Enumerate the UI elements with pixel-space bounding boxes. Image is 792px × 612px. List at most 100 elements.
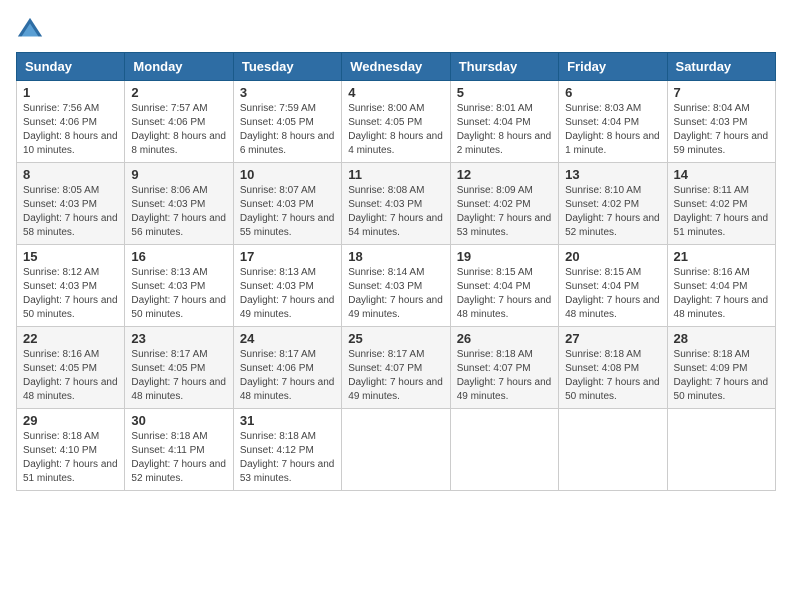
day-number: 15 <box>23 249 118 264</box>
calendar-cell <box>342 409 450 491</box>
day-info: Sunrise: 8:11 AM Sunset: 4:02 PM Dayligh… <box>674 184 769 240</box>
day-number: 14 <box>674 167 769 182</box>
day-number: 5 <box>457 85 552 100</box>
calendar-cell: 1 Sunrise: 7:56 AM Sunset: 4:06 PM Dayli… <box>17 81 125 163</box>
day-info: Sunrise: 8:08 AM Sunset: 4:03 PM Dayligh… <box>348 184 443 240</box>
calendar-cell: 20 Sunrise: 8:15 AM Sunset: 4:04 PM Dayl… <box>559 245 667 327</box>
day-info: Sunrise: 8:13 AM Sunset: 4:03 PM Dayligh… <box>240 266 335 322</box>
day-info: Sunrise: 8:06 AM Sunset: 4:03 PM Dayligh… <box>131 184 226 240</box>
day-info: Sunrise: 8:16 AM Sunset: 4:05 PM Dayligh… <box>23 348 118 404</box>
day-number: 29 <box>23 413 118 428</box>
day-info: Sunrise: 8:07 AM Sunset: 4:03 PM Dayligh… <box>240 184 335 240</box>
day-number: 13 <box>565 167 660 182</box>
day-number: 16 <box>131 249 226 264</box>
calendar-cell: 6 Sunrise: 8:03 AM Sunset: 4:04 PM Dayli… <box>559 81 667 163</box>
day-info: Sunrise: 8:18 AM Sunset: 4:08 PM Dayligh… <box>565 348 660 404</box>
calendar-cell: 21 Sunrise: 8:16 AM Sunset: 4:04 PM Dayl… <box>667 245 775 327</box>
calendar-cell: 18 Sunrise: 8:14 AM Sunset: 4:03 PM Dayl… <box>342 245 450 327</box>
day-number: 6 <box>565 85 660 100</box>
day-info: Sunrise: 8:17 AM Sunset: 4:07 PM Dayligh… <box>348 348 443 404</box>
calendar-cell: 10 Sunrise: 8:07 AM Sunset: 4:03 PM Dayl… <box>233 163 341 245</box>
logo-icon <box>16 16 44 44</box>
day-number: 31 <box>240 413 335 428</box>
calendar-cell <box>450 409 558 491</box>
day-info: Sunrise: 8:04 AM Sunset: 4:03 PM Dayligh… <box>674 102 769 158</box>
calendar-week-4: 22 Sunrise: 8:16 AM Sunset: 4:05 PM Dayl… <box>17 327 776 409</box>
day-info: Sunrise: 8:16 AM Sunset: 4:04 PM Dayligh… <box>674 266 769 322</box>
day-number: 25 <box>348 331 443 346</box>
calendar-cell: 9 Sunrise: 8:06 AM Sunset: 4:03 PM Dayli… <box>125 163 233 245</box>
day-info: Sunrise: 7:56 AM Sunset: 4:06 PM Dayligh… <box>23 102 118 158</box>
day-number: 7 <box>674 85 769 100</box>
day-number: 20 <box>565 249 660 264</box>
day-number: 23 <box>131 331 226 346</box>
calendar-cell: 11 Sunrise: 8:08 AM Sunset: 4:03 PM Dayl… <box>342 163 450 245</box>
day-info: Sunrise: 8:18 AM Sunset: 4:09 PM Dayligh… <box>674 348 769 404</box>
calendar-cell: 12 Sunrise: 8:09 AM Sunset: 4:02 PM Dayl… <box>450 163 558 245</box>
day-number: 18 <box>348 249 443 264</box>
calendar-cell: 15 Sunrise: 8:12 AM Sunset: 4:03 PM Dayl… <box>17 245 125 327</box>
calendar-cell: 3 Sunrise: 7:59 AM Sunset: 4:05 PM Dayli… <box>233 81 341 163</box>
day-number: 4 <box>348 85 443 100</box>
day-info: Sunrise: 8:13 AM Sunset: 4:03 PM Dayligh… <box>131 266 226 322</box>
day-number: 26 <box>457 331 552 346</box>
calendar-cell: 17 Sunrise: 8:13 AM Sunset: 4:03 PM Dayl… <box>233 245 341 327</box>
day-info: Sunrise: 8:10 AM Sunset: 4:02 PM Dayligh… <box>565 184 660 240</box>
day-info: Sunrise: 8:01 AM Sunset: 4:04 PM Dayligh… <box>457 102 552 158</box>
day-info: Sunrise: 8:14 AM Sunset: 4:03 PM Dayligh… <box>348 266 443 322</box>
header-saturday: Saturday <box>667 53 775 81</box>
logo <box>16 16 46 44</box>
header-thursday: Thursday <box>450 53 558 81</box>
day-number: 28 <box>674 331 769 346</box>
day-info: Sunrise: 8:18 AM Sunset: 4:07 PM Dayligh… <box>457 348 552 404</box>
calendar-cell: 16 Sunrise: 8:13 AM Sunset: 4:03 PM Dayl… <box>125 245 233 327</box>
day-number: 8 <box>23 167 118 182</box>
calendar-cell: 30 Sunrise: 8:18 AM Sunset: 4:11 PM Dayl… <box>125 409 233 491</box>
calendar-cell: 29 Sunrise: 8:18 AM Sunset: 4:10 PM Dayl… <box>17 409 125 491</box>
day-info: Sunrise: 8:17 AM Sunset: 4:05 PM Dayligh… <box>131 348 226 404</box>
day-info: Sunrise: 8:00 AM Sunset: 4:05 PM Dayligh… <box>348 102 443 158</box>
calendar-table: SundayMondayTuesdayWednesdayThursdayFrid… <box>16 52 776 491</box>
day-info: Sunrise: 8:18 AM Sunset: 4:11 PM Dayligh… <box>131 430 226 486</box>
day-info: Sunrise: 8:17 AM Sunset: 4:06 PM Dayligh… <box>240 348 335 404</box>
calendar-header-row: SundayMondayTuesdayWednesdayThursdayFrid… <box>17 53 776 81</box>
day-number: 9 <box>131 167 226 182</box>
calendar-cell: 7 Sunrise: 8:04 AM Sunset: 4:03 PM Dayli… <box>667 81 775 163</box>
calendar-cell: 22 Sunrise: 8:16 AM Sunset: 4:05 PM Dayl… <box>17 327 125 409</box>
day-number: 19 <box>457 249 552 264</box>
day-number: 21 <box>674 249 769 264</box>
calendar-cell: 23 Sunrise: 8:17 AM Sunset: 4:05 PM Dayl… <box>125 327 233 409</box>
calendar-cell: 2 Sunrise: 7:57 AM Sunset: 4:06 PM Dayli… <box>125 81 233 163</box>
day-info: Sunrise: 8:12 AM Sunset: 4:03 PM Dayligh… <box>23 266 118 322</box>
day-info: Sunrise: 8:18 AM Sunset: 4:12 PM Dayligh… <box>240 430 335 486</box>
page-header <box>16 16 776 44</box>
calendar-cell: 8 Sunrise: 8:05 AM Sunset: 4:03 PM Dayli… <box>17 163 125 245</box>
day-info: Sunrise: 8:09 AM Sunset: 4:02 PM Dayligh… <box>457 184 552 240</box>
day-info: Sunrise: 8:03 AM Sunset: 4:04 PM Dayligh… <box>565 102 660 158</box>
calendar-week-5: 29 Sunrise: 8:18 AM Sunset: 4:10 PM Dayl… <box>17 409 776 491</box>
calendar-cell: 13 Sunrise: 8:10 AM Sunset: 4:02 PM Dayl… <box>559 163 667 245</box>
day-number: 1 <box>23 85 118 100</box>
header-friday: Friday <box>559 53 667 81</box>
day-number: 17 <box>240 249 335 264</box>
day-number: 2 <box>131 85 226 100</box>
calendar-week-2: 8 Sunrise: 8:05 AM Sunset: 4:03 PM Dayli… <box>17 163 776 245</box>
header-wednesday: Wednesday <box>342 53 450 81</box>
calendar-cell: 28 Sunrise: 8:18 AM Sunset: 4:09 PM Dayl… <box>667 327 775 409</box>
header-tuesday: Tuesday <box>233 53 341 81</box>
day-info: Sunrise: 7:59 AM Sunset: 4:05 PM Dayligh… <box>240 102 335 158</box>
calendar-cell: 19 Sunrise: 8:15 AM Sunset: 4:04 PM Dayl… <box>450 245 558 327</box>
day-number: 3 <box>240 85 335 100</box>
day-info: Sunrise: 8:15 AM Sunset: 4:04 PM Dayligh… <box>457 266 552 322</box>
day-info: Sunrise: 8:15 AM Sunset: 4:04 PM Dayligh… <box>565 266 660 322</box>
calendar-cell: 4 Sunrise: 8:00 AM Sunset: 4:05 PM Dayli… <box>342 81 450 163</box>
calendar-cell: 26 Sunrise: 8:18 AM Sunset: 4:07 PM Dayl… <box>450 327 558 409</box>
day-number: 30 <box>131 413 226 428</box>
calendar-cell <box>667 409 775 491</box>
calendar-week-3: 15 Sunrise: 8:12 AM Sunset: 4:03 PM Dayl… <box>17 245 776 327</box>
calendar-cell: 24 Sunrise: 8:17 AM Sunset: 4:06 PM Dayl… <box>233 327 341 409</box>
day-number: 12 <box>457 167 552 182</box>
day-info: Sunrise: 7:57 AM Sunset: 4:06 PM Dayligh… <box>131 102 226 158</box>
day-info: Sunrise: 8:05 AM Sunset: 4:03 PM Dayligh… <box>23 184 118 240</box>
day-number: 11 <box>348 167 443 182</box>
